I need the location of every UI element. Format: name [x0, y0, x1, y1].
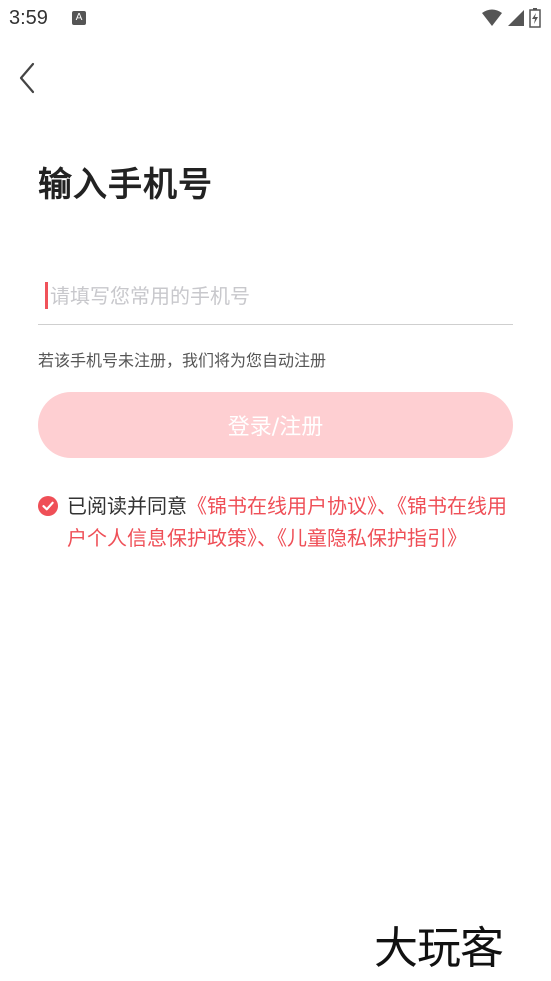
battery-charging-icon	[529, 8, 541, 28]
status-icons	[481, 8, 541, 28]
status-bar: 3:59 A	[0, 0, 551, 36]
notification-a-icon: A	[72, 11, 86, 25]
chevron-left-icon	[19, 62, 35, 94]
status-time: 3:59	[9, 7, 48, 29]
auto-register-hint: 若该手机号未注册，我们将为您自动注册	[38, 351, 327, 370]
phone-input[interactable]	[50, 278, 505, 314]
agreement-checkbox[interactable]	[38, 496, 58, 516]
separator: 、	[257, 526, 277, 550]
signal-icon	[508, 10, 524, 26]
phone-field	[38, 272, 513, 325]
check-icon	[42, 501, 54, 511]
agreement-text: 已阅读并同意《锦书在线用户协议》、《锦书在线用户个人信息保护政策》、《儿童隐私保…	[67, 490, 522, 554]
user-agreement-link[interactable]: 《锦书在线用户协议》	[187, 494, 377, 518]
login-register-button[interactable]: 登录/注册	[38, 392, 513, 458]
page-title: 输入手机号	[38, 165, 213, 205]
separator: 、	[377, 494, 397, 518]
watermark-logo: 大玩客	[374, 923, 504, 974]
back-button[interactable]	[14, 60, 42, 96]
text-cursor	[45, 282, 48, 309]
agreement-prefix: 已阅读并同意	[67, 494, 187, 518]
child-privacy-link[interactable]: 《儿童隐私保护指引》	[277, 526, 467, 550]
wifi-icon	[482, 9, 502, 26]
